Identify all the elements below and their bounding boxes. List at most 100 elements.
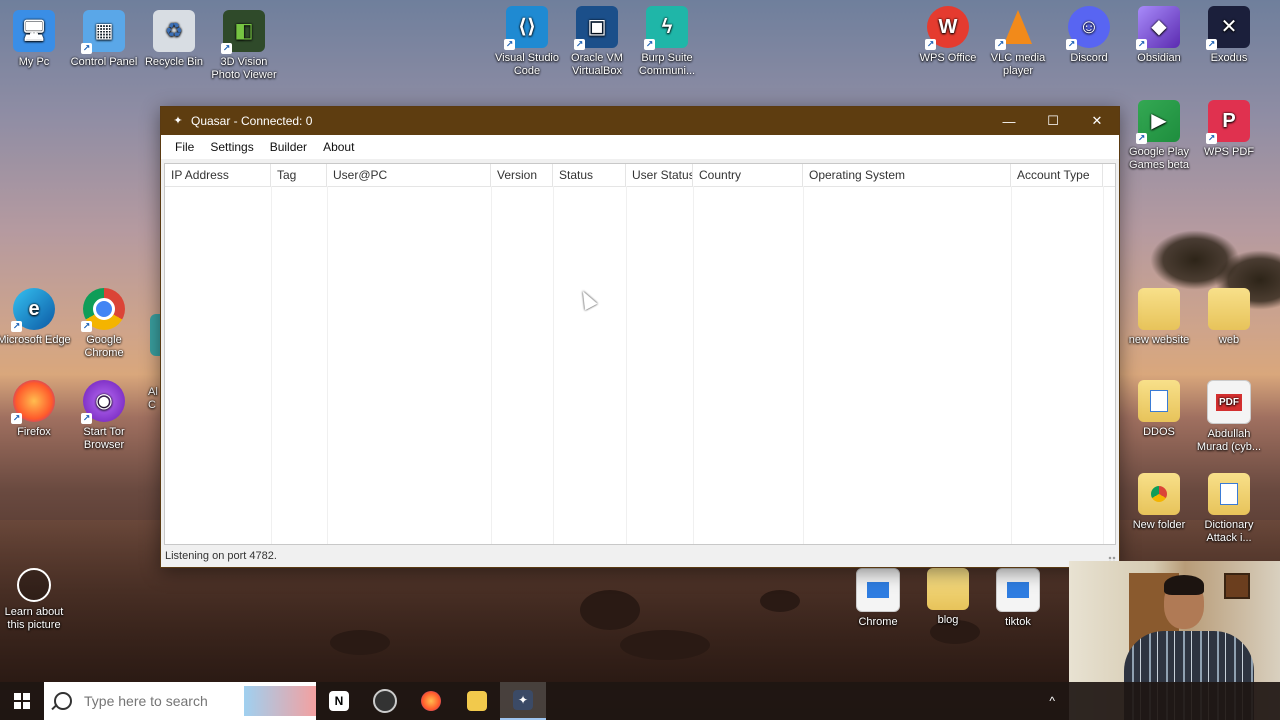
- desktop-icon-new-folder[interactable]: New folder: [1121, 473, 1197, 532]
- desktop-icon-burp[interactable]: ϟ ↗ Burp Suite Communi...: [629, 6, 705, 78]
- desktop-icon-3d-vision[interactable]: ◧ ↗ 3D Vision Photo Viewer: [206, 10, 282, 82]
- obsidian-icon: ◆ ↗: [1136, 6, 1180, 50]
- webcam-background: [1224, 573, 1250, 599]
- taskbar-app-notion[interactable]: N: [316, 682, 362, 720]
- wallpaper-rock: [580, 590, 640, 630]
- desktop-icon-chrome-shortcut[interactable]: Chrome: [840, 568, 916, 629]
- desktop-icon-tor[interactable]: ◉ ↗ Start Tor Browser: [66, 380, 142, 452]
- menu-bar: File Settings Builder About: [161, 135, 1119, 159]
- desktop-icon-wps[interactable]: W ↗ WPS Office: [910, 6, 986, 65]
- desktop-icon-vlc[interactable]: ↗ VLC media player: [980, 6, 1056, 78]
- start-button[interactable]: [0, 682, 44, 720]
- desktop-icon-recycle-bin[interactable]: ♻ Recycle Bin: [136, 10, 212, 69]
- wallpaper-rock: [620, 630, 710, 660]
- 3d-vision-icon: ◧ ↗: [221, 10, 265, 54]
- column-status[interactable]: Status: [553, 164, 626, 186]
- folder-icon: [1208, 288, 1250, 330]
- quasar-app-icon: ✦: [173, 115, 183, 127]
- exodus-icon: ✕ ↗: [1206, 6, 1250, 50]
- wps-icon: W ↗: [925, 6, 969, 50]
- desktop-icon-discord[interactable]: ☺ ↗ Discord: [1051, 6, 1127, 65]
- chrome-icon: ↗: [81, 288, 125, 332]
- desktop-icon-edge[interactable]: e ↗ Microsoft Edge: [0, 288, 72, 347]
- desktop-icon-new-website[interactable]: new website: [1121, 288, 1197, 347]
- column-divider: [553, 186, 554, 544]
- desktop-icon-control-panel[interactable]: ▦ ↗ Control Panel: [66, 10, 142, 69]
- window-titlebar[interactable]: ✦ Quasar - Connected: 0 — ☐ ✕: [161, 107, 1119, 135]
- desktop-icon-blog[interactable]: blog: [910, 568, 986, 627]
- webcam-person: [1164, 575, 1204, 595]
- close-button[interactable]: ✕: [1075, 107, 1119, 135]
- system-tray: ^: [1049, 682, 1055, 720]
- desktop-icon-learn-picture[interactable]: Learn about this picture: [0, 568, 72, 632]
- column-tag[interactable]: Tag: [271, 164, 327, 186]
- taskbar-app-devtools[interactable]: [362, 682, 408, 720]
- menu-file[interactable]: File: [167, 140, 202, 154]
- clients-list-header: IP Address Tag User@PC Version Status Us…: [165, 164, 1115, 187]
- column-user-status[interactable]: User Status: [626, 164, 693, 186]
- quasar-window[interactable]: ✦ Quasar - Connected: 0 — ☐ ✕ File Setti…: [160, 106, 1120, 568]
- desktop-icon-pdf[interactable]: PDF Abdullah Murad (cyb...: [1191, 380, 1267, 454]
- vlc-icon: ↗: [995, 6, 1039, 50]
- column-divider: [1103, 186, 1104, 544]
- window-title: Quasar - Connected: 0: [191, 114, 313, 128]
- column-user-pc[interactable]: User@PC: [327, 164, 491, 186]
- desktop-icon-obsidian[interactable]: ◆ ↗ Obsidian: [1121, 6, 1197, 65]
- file-explorer-icon: [467, 691, 487, 711]
- search-highlight-image: [244, 686, 316, 716]
- camera-icon: [17, 568, 51, 602]
- taskbar-app-firefox[interactable]: [408, 682, 454, 720]
- maximize-button[interactable]: ☐: [1031, 107, 1075, 135]
- menu-about[interactable]: About: [315, 140, 362, 154]
- column-ip-address[interactable]: IP Address: [165, 164, 271, 186]
- folder-icon: [927, 568, 969, 610]
- desktop-icon-my-pc[interactable]: 🖥 My Pc: [0, 10, 72, 69]
- column-divider: [693, 186, 694, 544]
- menu-builder[interactable]: Builder: [262, 140, 315, 154]
- column-account-type[interactable]: Account Type: [1011, 164, 1103, 186]
- column-divider: [271, 186, 272, 544]
- column-country[interactable]: Country: [693, 164, 803, 186]
- desktop-icon-virtualbox[interactable]: ▣ ↗ Oracle VM VirtualBox: [559, 6, 635, 78]
- column-divider: [1011, 186, 1012, 544]
- pdf-icon: PDF: [1207, 380, 1251, 424]
- app-icon: [150, 314, 160, 356]
- desktop-icon-web[interactable]: web: [1191, 288, 1267, 347]
- column-divider: [327, 186, 328, 544]
- search-icon: [54, 692, 72, 710]
- minimize-button[interactable]: —: [987, 107, 1031, 135]
- desktop-icon-ddos[interactable]: DDOS: [1121, 380, 1197, 439]
- desktop-icon-vscode[interactable]: ⟨⟩ ↗ Visual Studio Code: [489, 6, 565, 78]
- desktop-icon-firefox[interactable]: ↗ Firefox: [0, 380, 72, 439]
- shortcut-icon: [856, 568, 900, 612]
- discord-icon: ☺ ↗: [1066, 6, 1110, 50]
- menu-settings[interactable]: Settings: [202, 140, 261, 154]
- virtualbox-icon: ▣ ↗: [574, 6, 618, 50]
- taskbar: N ✦ ^: [0, 682, 1280, 720]
- desktop-icon-wps-pdf[interactable]: P ↗ WPS PDF: [1191, 100, 1267, 159]
- burp-icon: ϟ ↗: [644, 6, 688, 50]
- computer-icon: 🖥: [13, 10, 55, 52]
- tray-chevron-icon[interactable]: ^: [1049, 694, 1055, 708]
- notion-icon: N: [329, 691, 349, 711]
- play-games-icon: ▶ ↗: [1136, 100, 1180, 144]
- desktop-icon-dictionary[interactable]: Dictionary Attack i...: [1191, 473, 1267, 545]
- taskbar-search[interactable]: [44, 682, 316, 720]
- column-divider: [626, 186, 627, 544]
- status-text: Listening on port 4782.: [165, 550, 277, 562]
- desktop-icon-exodus[interactable]: ✕ ↗ Exodus: [1191, 6, 1267, 65]
- document-icon: [1208, 473, 1250, 515]
- column-version[interactable]: Version: [491, 164, 553, 186]
- clients-list[interactable]: IP Address Tag User@PC Version Status Us…: [164, 163, 1116, 545]
- wallpaper-rock: [330, 630, 390, 655]
- taskbar-app-quasar[interactable]: ✦: [500, 682, 546, 720]
- chrome-devtools-icon: [373, 689, 397, 713]
- status-bar: Listening on port 4782.: [161, 545, 1119, 567]
- firefox-icon: ↗: [11, 380, 55, 424]
- desktop-icon-play-games[interactable]: ▶ ↗ Google Play Games beta: [1121, 100, 1197, 172]
- taskbar-app-file-explorer[interactable]: [454, 682, 500, 720]
- column-operating-system[interactable]: Operating System: [803, 164, 1011, 186]
- quasar-icon: ✦: [513, 690, 533, 710]
- desktop-icon-tiktok[interactable]: tiktok: [980, 568, 1056, 629]
- shortcut-icon: [996, 568, 1040, 612]
